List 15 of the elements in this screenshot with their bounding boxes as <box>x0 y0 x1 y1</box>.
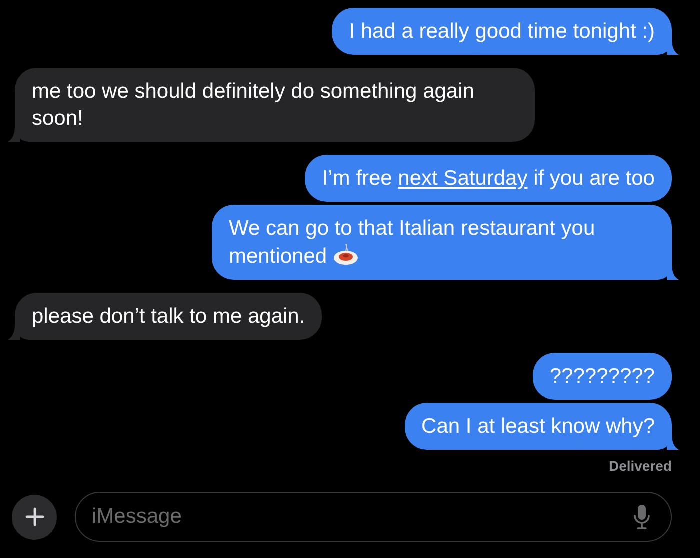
message-text: Can I at least know why? <box>422 415 655 438</box>
text-input[interactable]: iMessage <box>90 500 633 534</box>
message-text: I had a really good time tonight :) <box>349 20 655 43</box>
add-button[interactable] <box>12 494 57 540</box>
message-field[interactable]: iMessage <box>75 492 672 542</box>
message-text: ????????? <box>550 365 655 388</box>
date-link[interactable]: next Saturday <box>398 167 528 190</box>
message-text: I’m free next Saturday if you are too <box>322 167 655 190</box>
message-text: please don’t talk to me again. <box>32 305 306 328</box>
delivery-status: Delivered <box>608 458 672 474</box>
microphone-icon[interactable] <box>633 504 651 530</box>
plus-icon <box>24 507 44 527</box>
message-text: We can go to that Italian restaurant you mentioned <box>229 217 596 268</box>
message-text: me too we should definitely do something again soon! <box>32 80 474 130</box>
spaghetti-icon <box>333 242 360 266</box>
